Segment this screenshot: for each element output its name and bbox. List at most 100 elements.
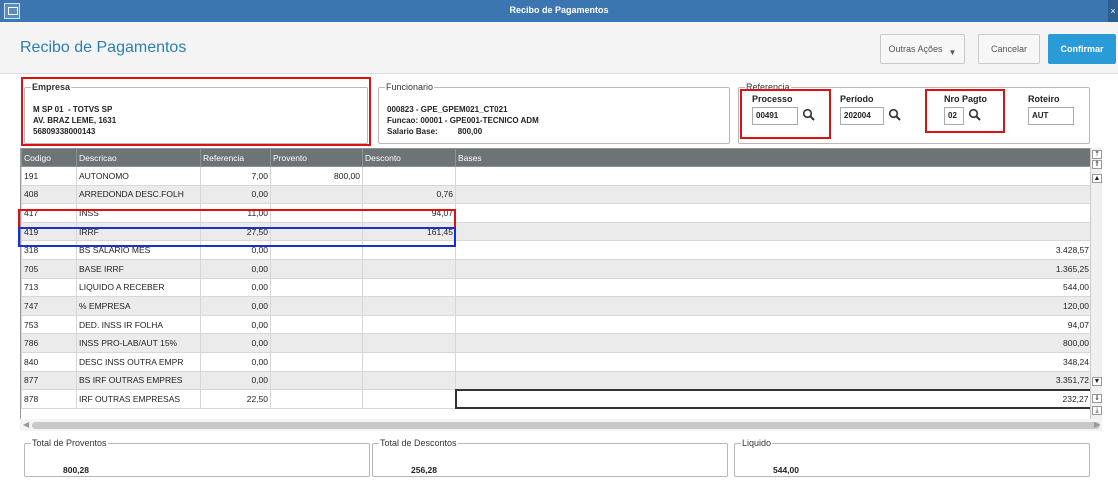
cell-bases: 800,00 — [455, 333, 1090, 353]
cell-descricao: IRRF — [76, 221, 201, 242]
table-row[interactable]: 877 BS IRF OUTRAS EMPRES 0,00 3.351,72 — [21, 370, 1090, 391]
scroll-down-icon[interactable]: ▼ — [1092, 377, 1102, 386]
more-actions-label: Outras Ações — [888, 44, 943, 54]
cell-codigo: 877 — [21, 370, 77, 391]
cell-bases: 3.428,57 — [455, 240, 1090, 260]
cell-desconto — [362, 296, 456, 316]
column-header-desconto[interactable]: Desconto — [362, 148, 456, 167]
column-header-codigo[interactable]: Codigo — [21, 148, 77, 167]
cell-referencia: 7,00 — [200, 166, 271, 186]
scroll-right-icon[interactable]: ▶ — [1094, 419, 1100, 431]
cell-bases — [455, 184, 1090, 205]
cell-provento — [270, 240, 363, 260]
cell-referencia: 22,50 — [200, 389, 271, 409]
funcionario-funcao: Funcao: 00001 - GPE001-TECNICO ADM — [387, 116, 539, 125]
empresa-legend: Empresa — [32, 82, 71, 92]
cell-descricao: INSS PRO-LAB/AUT 15% — [76, 333, 201, 353]
cell-provento — [270, 351, 363, 372]
cell-codigo: 318 — [21, 240, 77, 260]
search-icon[interactable] — [887, 107, 903, 123]
table-row[interactable]: 417 INSS 11,00 94,07 — [21, 203, 1090, 223]
grid-horizontal-scrollbar[interactable]: ◀ ▶ — [20, 419, 1102, 431]
cell-desconto — [362, 351, 456, 372]
total-proventos-value: 800,28 — [63, 465, 89, 475]
scroll-up-icon[interactable]: ▲ — [1092, 174, 1102, 183]
cell-bases-selected[interactable]: 232,27 — [454, 388, 1090, 410]
funcionario-legend: Funcionario — [386, 82, 434, 92]
cell-desconto — [362, 258, 456, 279]
table-row[interactable]: 419 IRRF 27,50 161,45 — [21, 221, 1090, 242]
nro-pagto-field[interactable]: 02 — [944, 107, 964, 125]
cell-provento — [270, 370, 363, 391]
liquido-legend: Liquido — [742, 438, 772, 448]
table-row[interactable]: 713 LIQUIDO A RECEBER 0,00 544,00 — [21, 277, 1090, 298]
cell-referencia: 0,00 — [200, 296, 271, 316]
column-header-referencia[interactable]: Referencia — [200, 148, 271, 167]
cell-referencia: 0,00 — [200, 258, 271, 279]
close-icon[interactable]: × — [1108, 0, 1118, 22]
cell-descricao: BS IRF OUTRAS EMPRES — [76, 370, 201, 391]
table-row[interactable]: 786 INSS PRO-LAB/AUT 15% 0,00 800,00 — [21, 333, 1090, 353]
cell-codigo: 191 — [21, 166, 77, 186]
cell-provento — [270, 314, 363, 335]
total-descontos-value: 256,28 — [411, 465, 437, 475]
search-icon[interactable] — [801, 107, 817, 123]
column-header-bases[interactable]: Bases — [455, 148, 1090, 167]
cell-desconto — [362, 389, 456, 409]
cancel-button[interactable]: Cancelar — [978, 34, 1040, 64]
processo-field[interactable]: 00491 — [752, 107, 798, 125]
chevron-down-icon: ▼ — [948, 48, 957, 57]
cell-bases: 348,24 — [455, 351, 1090, 372]
cell-referencia: 27,50 — [200, 221, 271, 242]
confirm-button[interactable]: Confirmar — [1048, 34, 1116, 64]
roteiro-field[interactable]: AUT — [1028, 107, 1074, 125]
cell-provento — [270, 296, 363, 316]
cell-desconto — [362, 240, 456, 260]
cell-descricao: BASE IRRF — [76, 258, 201, 279]
column-header-provento[interactable]: Provento — [270, 148, 363, 167]
funcionario-id: 000823 - GPE_GPEM021_CT021 — [387, 105, 508, 114]
scroll-thumb[interactable] — [32, 422, 1100, 429]
page-header: Recibo de Pagamentos Outras Ações ▼ Cance… — [0, 22, 1118, 74]
cell-codigo: 419 — [21, 221, 77, 242]
cell-desconto — [362, 314, 456, 335]
page-up-icon[interactable]: ⇑ — [1092, 160, 1102, 169]
scroll-top-icon[interactable]: ⤒ — [1092, 150, 1102, 159]
cell-descricao: IRF OUTRAS EMPRESAS — [76, 389, 201, 409]
periodo-field[interactable]: 202004 — [840, 107, 884, 125]
cell-referencia: 0,00 — [200, 277, 271, 298]
cell-desconto: 0,76 — [362, 184, 456, 205]
cell-descricao: AUTONOMO — [76, 166, 201, 186]
cell-bases: 94,07 — [455, 314, 1090, 335]
scroll-bottom-icon[interactable]: ⤓ — [1092, 406, 1102, 415]
more-actions-button[interactable]: Outras Ações ▼ — [880, 34, 965, 64]
total-descontos-legend: Total de Descontos — [380, 438, 457, 448]
table-row[interactable]: 878 IRF OUTRAS EMPRESAS 22,50 232,27 — [21, 388, 1090, 410]
cell-codigo: 408 — [21, 184, 77, 205]
cell-provento — [270, 221, 363, 242]
cell-referencia: 0,00 — [200, 333, 271, 353]
cell-provento — [270, 277, 363, 298]
table-row[interactable]: 840 DESC INSS OUTRA EMPR 0,00 348,24 — [21, 351, 1090, 372]
table-row[interactable]: 705 BASE IRRF 0,00 1.365,25 — [21, 258, 1090, 279]
cell-referencia: 0,00 — [200, 351, 271, 372]
grid-vertical-scrollbar[interactable]: ⤒ ⇑ ▲ ▼ ⇓ ⤓ — [1090, 148, 1102, 419]
roteiro-label: Roteiro — [1028, 94, 1060, 104]
table-row[interactable]: 318 BS SALARIO MES 0,00 3.428,57 — [21, 240, 1090, 260]
cell-codigo: 747 — [21, 296, 77, 316]
column-header-descricao[interactable]: Descricao — [76, 148, 201, 167]
cell-referencia: 0,00 — [200, 370, 271, 391]
total-proventos-panel: Total de Proventos 800,28 — [24, 438, 370, 477]
search-icon[interactable] — [967, 107, 983, 123]
table-row[interactable]: 408 ARREDONDA DESC.FOLH 0,00 0,76 — [21, 184, 1090, 205]
cell-desconto — [362, 277, 456, 298]
cell-referencia: 11,00 — [200, 203, 271, 223]
table-row[interactable]: 191 AUTONOMO 7,00 800,00 — [21, 166, 1090, 186]
cell-descricao: BS SALARIO MES — [76, 240, 201, 260]
cell-codigo: 840 — [21, 351, 77, 372]
scroll-left-icon[interactable]: ◀ — [23, 419, 29, 431]
table-row[interactable]: 747% EMPRESA 0,00 120,00 — [21, 296, 1090, 316]
page-down-icon[interactable]: ⇓ — [1092, 394, 1102, 403]
cell-desconto: 161,45 — [362, 221, 456, 242]
table-row[interactable]: 753 DED. INSS IR FOLHA 0,00 94,07 — [21, 314, 1090, 335]
